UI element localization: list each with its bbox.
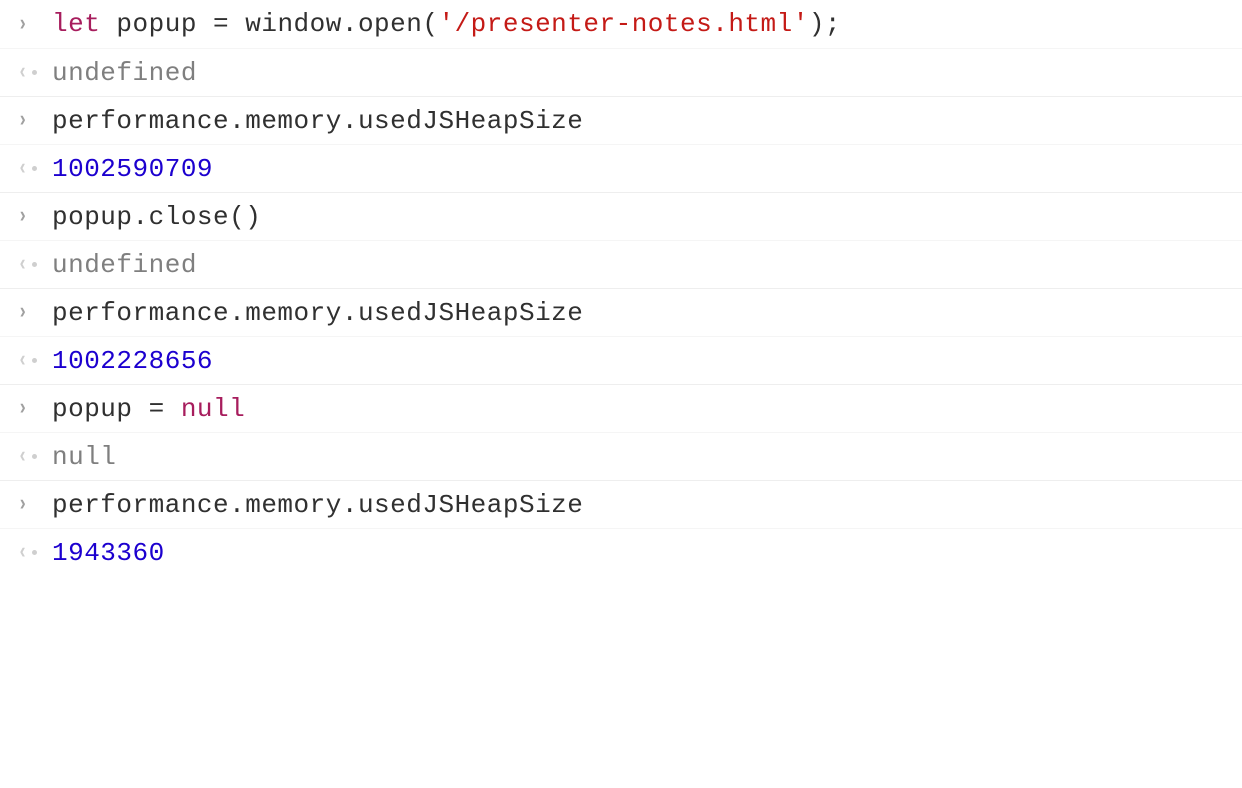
input-chevron-icon: › [6,204,52,229]
code-token: performance.memory.usedJSHeapSize [52,490,583,520]
console-output-row: ‹undefined [0,240,1242,288]
console-input-row[interactable]: ›popup.close() [0,192,1242,240]
console-output-row: ‹undefined [0,48,1242,96]
console-output-value: undefined [52,58,197,88]
console-output-row: ‹1943360 [0,528,1242,576]
output-chevron-icon: ‹ [6,540,52,565]
code-token: undefined [52,250,197,280]
console-input-row[interactable]: ›popup = null [0,384,1242,432]
console-output-row: ‹1002228656 [0,336,1242,384]
console-output-value: 1002228656 [52,346,213,376]
code-token: 1002228656 [52,346,213,376]
console-output-row: ‹1002590709 [0,144,1242,192]
console-input-row[interactable]: ›performance.memory.usedJSHeapSize [0,480,1242,528]
output-chevron-icon: ‹ [6,348,52,373]
input-chevron-icon: › [6,396,52,421]
console-input-code: popup = null [52,394,245,424]
code-token: let [52,9,100,39]
code-token: popup = window.open( [100,9,438,39]
input-chevron-icon: › [6,12,52,37]
code-token: null [52,442,116,472]
output-chevron-icon: ‹ [6,156,52,181]
code-token: performance.memory.usedJSHeapSize [52,298,583,328]
input-chevron-icon: › [6,300,52,325]
console-input-row[interactable]: ›performance.memory.usedJSHeapSize [0,96,1242,144]
input-chevron-icon: › [6,492,52,517]
console-output-value: undefined [52,250,197,280]
output-chevron-icon: ‹ [6,444,52,469]
output-chevron-icon: ‹ [6,252,52,277]
input-chevron-icon: › [6,108,52,133]
console-output-row: ‹null [0,432,1242,480]
console-output-value: null [52,442,116,472]
code-token: '/presenter-notes.html' [438,9,808,39]
console-input-code: performance.memory.usedJSHeapSize [52,106,583,136]
code-token: null [181,394,245,424]
console-input-row[interactable]: ›performance.memory.usedJSHeapSize [0,288,1242,336]
output-chevron-icon: ‹ [6,60,52,85]
code-token: performance.memory.usedJSHeapSize [52,106,583,136]
console-log: ›let popup = window.open('/presenter-not… [0,0,1242,576]
code-token: undefined [52,58,197,88]
console-output-value: 1943360 [52,538,165,568]
code-token: 1943360 [52,538,165,568]
code-token: 1002590709 [52,154,213,184]
code-token: ); [809,9,841,39]
console-input-code: performance.memory.usedJSHeapSize [52,298,583,328]
console-output-value: 1002590709 [52,154,213,184]
console-input-code: performance.memory.usedJSHeapSize [52,490,583,520]
code-token: popup = [52,394,181,424]
console-input-code: popup.close() [52,202,261,232]
console-input-row[interactable]: ›let popup = window.open('/presenter-not… [0,0,1242,48]
code-token: popup.close() [52,202,261,232]
console-input-code: let popup = window.open('/presenter-note… [52,9,841,39]
